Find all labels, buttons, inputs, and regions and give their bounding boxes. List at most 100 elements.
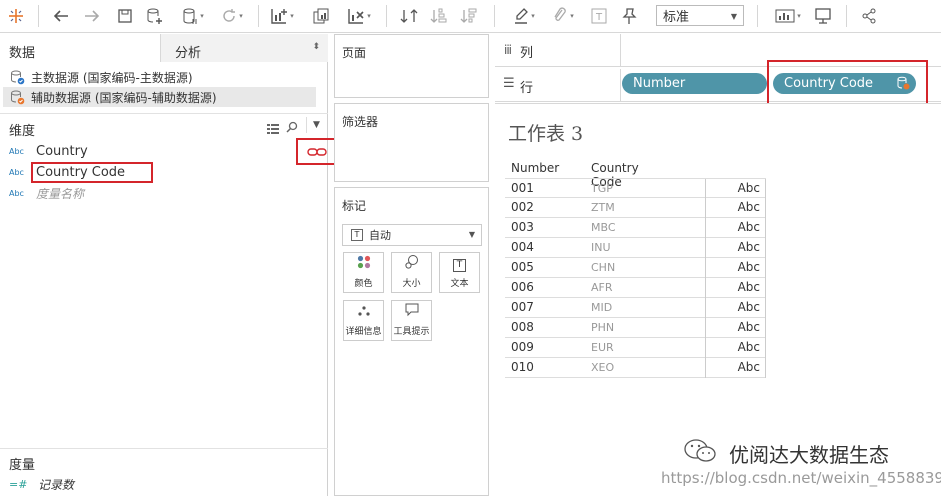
tooltip-label: 工具提示	[393, 327, 430, 337]
cell-country-code[interactable]: CHN	[591, 261, 615, 274]
dimensions-menu-icon[interactable]: ▼	[306, 117, 320, 133]
swap-icon[interactable]	[396, 3, 422, 29]
cell-value[interactable]: Abc	[705, 198, 766, 218]
measures-title: 度量	[9, 458, 36, 473]
datasource-secondary-label: 辅助数据源 (国家编码-辅助数据源)	[31, 90, 217, 105]
rows-label: 行	[520, 81, 534, 96]
rows-pill-number[interactable]: Number	[622, 73, 767, 94]
table-row[interactable]: 005 CHN Abc	[505, 258, 766, 278]
cell-value[interactable]: Abc	[705, 238, 766, 258]
cell-number[interactable]: 003	[511, 220, 534, 234]
cell-country-code[interactable]: AFR	[591, 281, 613, 294]
cell-number[interactable]: 008	[511, 320, 534, 334]
back-icon[interactable]	[49, 3, 73, 29]
cell-number[interactable]: 005	[511, 260, 534, 274]
forward-icon[interactable]	[80, 3, 104, 29]
string-type-icon: Abc	[9, 146, 24, 156]
cell-number[interactable]: 006	[511, 280, 534, 294]
worksheet-title: 工作表 3	[508, 123, 584, 145]
cell-number[interactable]: 002	[511, 200, 534, 214]
table-row[interactable]: 009 EUR Abc	[505, 338, 766, 358]
cell-value[interactable]: Abc	[705, 278, 766, 298]
text-button[interactable]: T 文本	[439, 252, 480, 293]
table-row[interactable]: 003 MBC Abc	[505, 218, 766, 238]
table-row[interactable]: 010 XEO Abc	[505, 358, 766, 378]
table-row[interactable]: 001 TGP Abc	[505, 178, 766, 199]
show-cards-icon[interactable]: ▾	[768, 3, 808, 29]
cell-country-code[interactable]: TGP	[591, 182, 613, 195]
detail-label: 详细信息	[345, 327, 382, 337]
datasource-secondary[interactable]: 辅助数据源 (国家编码-辅助数据源)	[3, 87, 316, 107]
table-row[interactable]: 002 ZTM Abc	[505, 198, 766, 218]
cell-country-code[interactable]: INU	[591, 241, 611, 254]
show-labels-icon[interactable]: T	[586, 3, 612, 29]
header-number[interactable]: Number	[511, 161, 559, 175]
marks-type-select[interactable]: T 自动 ▼	[342, 224, 482, 246]
detail-button[interactable]: 详细信息	[343, 300, 384, 341]
measure-record-count[interactable]: =# 记录数	[9, 474, 74, 494]
string-type-icon: Abc	[9, 167, 24, 177]
tab-analysis-label: 分析	[175, 46, 202, 61]
cell-country-code[interactable]: PHN	[591, 321, 614, 334]
table-row[interactable]: 008 PHN Abc	[505, 318, 766, 338]
cell-number[interactable]: 007	[511, 300, 534, 314]
linked-datasource-icon	[896, 76, 910, 94]
table-row[interactable]: 004 INU Abc	[505, 238, 766, 258]
cell-value[interactable]: Abc	[705, 338, 766, 358]
save-icon[interactable]	[113, 3, 137, 29]
duplicate-sheet-icon[interactable]	[308, 3, 334, 29]
tab-data[interactable]: 数据	[0, 34, 160, 62]
grid-view-icon[interactable]	[267, 120, 279, 134]
pane-tabs: 数据 分析 ⬍	[0, 34, 328, 62]
highlight-icon[interactable]: ▾	[506, 3, 542, 29]
table-row[interactable]: 006 AFR Abc	[505, 278, 766, 298]
cell-value[interactable]: Abc	[705, 218, 766, 238]
sort-descending-icon[interactable]	[456, 3, 482, 29]
dimension-country-code[interactable]: Abc Country Code	[9, 161, 154, 183]
new-datasource-icon[interactable]	[143, 3, 167, 29]
text-icon: T	[453, 259, 466, 272]
pin-icon[interactable]	[616, 3, 642, 29]
tooltip-button[interactable]: 工具提示	[391, 300, 432, 341]
cell-number[interactable]: 009	[511, 340, 534, 354]
tab-analysis[interactable]: 分析 ⬍	[160, 34, 328, 62]
cell-value[interactable]: Abc	[705, 179, 766, 199]
share-icon[interactable]	[856, 3, 882, 29]
cell-number[interactable]: 004	[511, 240, 534, 254]
cell-country-code[interactable]: EUR	[591, 341, 614, 354]
toolbar: ▾ ▾ ▾ ▾ ▾ ▾ T 标准 ▼ ▾	[0, 0, 941, 33]
cell-country-code[interactable]: MBC	[591, 221, 616, 234]
clear-sheet-icon[interactable]: ▾	[339, 3, 379, 29]
cell-value[interactable]: Abc	[705, 298, 766, 318]
presentation-mode-icon[interactable]	[810, 3, 836, 29]
sort-ascending-icon[interactable]	[426, 3, 452, 29]
cell-value[interactable]: Abc	[705, 258, 766, 278]
search-icon[interactable]	[286, 119, 299, 133]
cell-country-code[interactable]: MID	[591, 301, 612, 314]
refresh-icon[interactable]: ▾	[215, 3, 249, 29]
pause-updates-icon[interactable]: ▾	[175, 3, 211, 29]
filters-card[interactable]: 筛选器	[334, 103, 489, 182]
link-icon[interactable]	[296, 138, 338, 165]
dimension-country[interactable]: Abc Country	[9, 141, 88, 161]
table-row[interactable]: 007 MID Abc	[505, 298, 766, 318]
cell-country-code[interactable]: XEO	[591, 361, 614, 374]
size-button[interactable]: 大小	[391, 252, 432, 293]
group-members-icon[interactable]: ▾	[545, 3, 581, 29]
pages-card[interactable]: 页面	[334, 34, 489, 98]
datasource-primary[interactable]: 主数据源 (国家编码-主数据源)	[10, 67, 316, 87]
dimension-measure-names[interactable]: Abc 度量名称	[9, 183, 84, 203]
rows-pill-country-code[interactable]: Country Code	[773, 73, 916, 94]
tableau-logo-icon[interactable]	[3, 3, 29, 29]
rows-shelf[interactable]: ☰ 行 Number Country Code	[495, 60, 941, 109]
color-button[interactable]: 颜色	[343, 252, 384, 293]
cell-value[interactable]: Abc	[705, 358, 766, 378]
tooltip-icon	[405, 303, 419, 320]
text-label: 文本	[450, 279, 469, 289]
cell-value[interactable]: Abc	[705, 318, 766, 338]
cell-number[interactable]: 001	[511, 181, 534, 195]
cell-number[interactable]: 010	[511, 360, 534, 374]
new-worksheet-icon[interactable]: ▾	[265, 3, 299, 29]
fit-select[interactable]: 标准 ▼	[656, 5, 744, 26]
cell-country-code[interactable]: ZTM	[591, 201, 615, 214]
